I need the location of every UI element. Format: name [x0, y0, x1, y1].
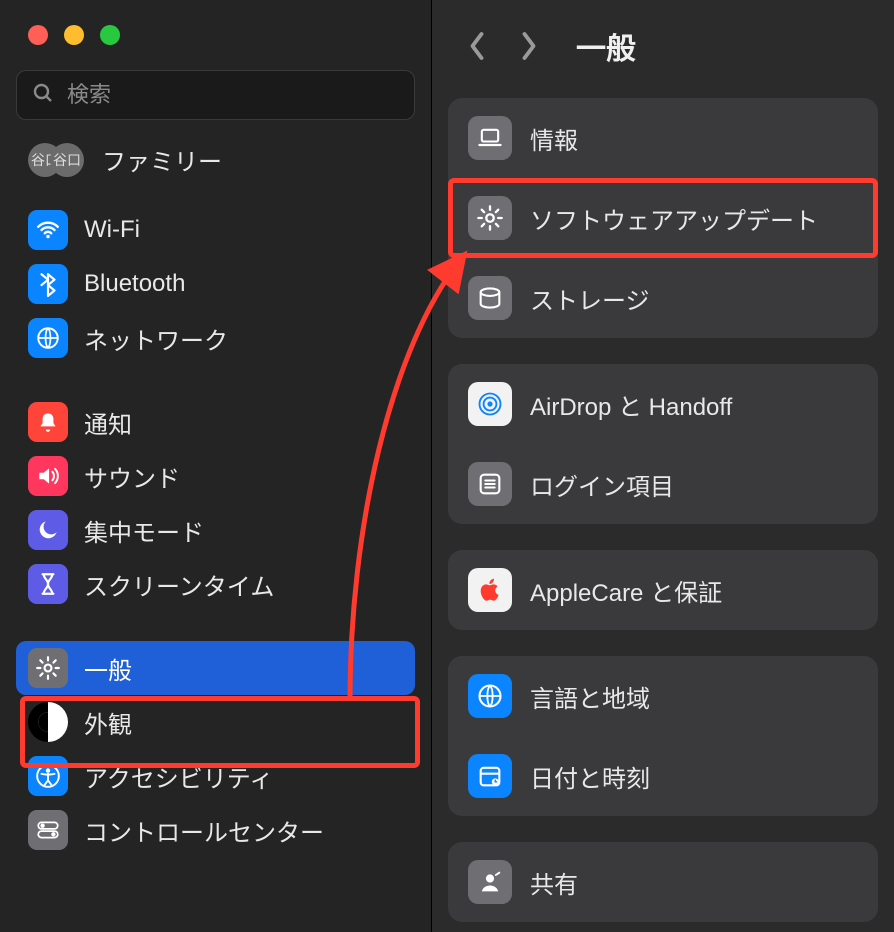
- sidebar-item-label: Wi-Fi: [84, 216, 140, 244]
- sidebar-item-label: Bluetooth: [84, 270, 185, 298]
- settings-row-about[interactable]: 情報: [448, 98, 878, 178]
- sidebar-item-wifi[interactable]: Wi-Fi: [16, 203, 415, 257]
- globe-icon: [28, 318, 68, 358]
- sidebar-item-label: 通知: [84, 405, 132, 440]
- minimize-window-button[interactable]: [64, 25, 84, 45]
- sidebar-item-label: コントロールセンター: [84, 813, 324, 848]
- gear-icon: [28, 648, 68, 688]
- calendar-icon: [468, 754, 512, 798]
- back-button[interactable]: [462, 31, 492, 61]
- sidebar-item-bluetooth[interactable]: Bluetooth: [16, 257, 415, 311]
- settings-row-label: ソフトウェアアップデート: [530, 201, 818, 236]
- sidebar-item-general[interactable]: 一般: [16, 641, 415, 695]
- settings-row-label: ストレージ: [530, 281, 650, 316]
- settings-row-label: AppleCare と保証: [530, 573, 722, 608]
- settings-group: 言語と地域日付と時刻: [448, 656, 878, 816]
- settings-group: 共有: [448, 842, 878, 922]
- accessibility-icon: [28, 756, 68, 796]
- sidebar-item-label: 集中モード: [84, 513, 204, 548]
- laptop-icon: [468, 116, 512, 160]
- speaker-icon: [28, 456, 68, 496]
- list-icon: [468, 462, 512, 506]
- settings-row-datetime[interactable]: 日付と時刻: [448, 736, 878, 816]
- detail-panel: 一般 情報ソフトウェアアップデートストレージ AirDrop と Handoff ロ…: [432, 0, 894, 932]
- family-avatars: 谷口 谷口: [28, 143, 88, 177]
- close-window-button[interactable]: [28, 25, 48, 45]
- sidebar-item-appearance[interactable]: 外観: [16, 695, 415, 749]
- settings-row-softwareupdate[interactable]: ソフトウェアアップデート: [448, 178, 878, 258]
- zoom-window-button[interactable]: [100, 25, 120, 45]
- settings-group: 情報ソフトウェアアップデートストレージ: [448, 98, 878, 338]
- switches-icon: [28, 810, 68, 850]
- airdrop-icon: [468, 382, 512, 426]
- hourglass-icon: [28, 564, 68, 604]
- sidebar-item-label: スクリーンタイム: [84, 567, 274, 602]
- apple-icon: [468, 568, 512, 612]
- window-traffic-lights: [0, 0, 431, 70]
- forward-button[interactable]: [514, 31, 544, 61]
- bluetooth-icon: [28, 264, 68, 304]
- sidebar-item-screentime[interactable]: スクリーンタイム: [16, 557, 415, 611]
- search-input[interactable]: [67, 82, 400, 108]
- sidebar-item-label: サウンド: [84, 459, 180, 494]
- moon-icon: [28, 510, 68, 550]
- wifi-icon: [28, 210, 68, 250]
- panel-title: 一般: [576, 24, 636, 68]
- settings-row-label: 情報: [530, 121, 578, 156]
- person-icon: [468, 860, 512, 904]
- sidebar-item-accessibility[interactable]: アクセシビリティ: [16, 749, 415, 803]
- settings-row-storage[interactable]: ストレージ: [448, 258, 878, 338]
- settings-row-label: ログイン項目: [530, 467, 674, 502]
- bell-icon: [28, 402, 68, 442]
- search-field[interactable]: [16, 70, 415, 120]
- settings-row-label: 共有: [530, 865, 578, 900]
- appearance-icon: [28, 702, 68, 742]
- sidebar-item-notifications[interactable]: 通知: [16, 395, 415, 449]
- globe-icon: [468, 674, 512, 718]
- disk-icon: [468, 276, 512, 320]
- settings-group: AirDrop と Handoff ログイン項目: [448, 364, 878, 524]
- settings-row-label: 日付と時刻: [530, 759, 650, 794]
- sidebar-item-label: ネットワーク: [84, 321, 228, 356]
- settings-row-language[interactable]: 言語と地域: [448, 656, 878, 736]
- settings-row-sharing[interactable]: 共有: [448, 842, 878, 922]
- sidebar-item-label: 一般: [84, 651, 132, 686]
- settings-row-applecare[interactable]: AppleCare と保証: [448, 550, 878, 630]
- settings-row-label: 言語と地域: [530, 679, 650, 714]
- sidebar-item-focus[interactable]: 集中モード: [16, 503, 415, 557]
- sidebar-item-sound[interactable]: サウンド: [16, 449, 415, 503]
- sidebar-item-label: 外観: [84, 705, 132, 740]
- sidebar-item-controlcenter[interactable]: コントロールセンター: [16, 803, 415, 857]
- sidebar-item-family[interactable]: 谷口 谷口 ファミリー: [0, 134, 431, 199]
- gear-icon: [468, 196, 512, 240]
- sidebar-item-network[interactable]: ネットワーク: [16, 311, 415, 365]
- family-label: ファミリー: [102, 142, 222, 177]
- settings-group: AppleCare と保証: [448, 550, 878, 630]
- settings-row-label: AirDrop と Handoff: [530, 387, 732, 422]
- sidebar: 谷口 谷口 ファミリー Wi-Fi Bluetooth ネットワーク通知サウンド集中…: [0, 0, 432, 932]
- avatar: 谷口: [50, 143, 84, 177]
- settings-row-loginitems[interactable]: ログイン項目: [448, 444, 878, 524]
- search-icon: [31, 81, 55, 110]
- sidebar-item-label: アクセシビリティ: [84, 759, 273, 794]
- settings-row-airdrop[interactable]: AirDrop と Handoff: [448, 364, 878, 444]
